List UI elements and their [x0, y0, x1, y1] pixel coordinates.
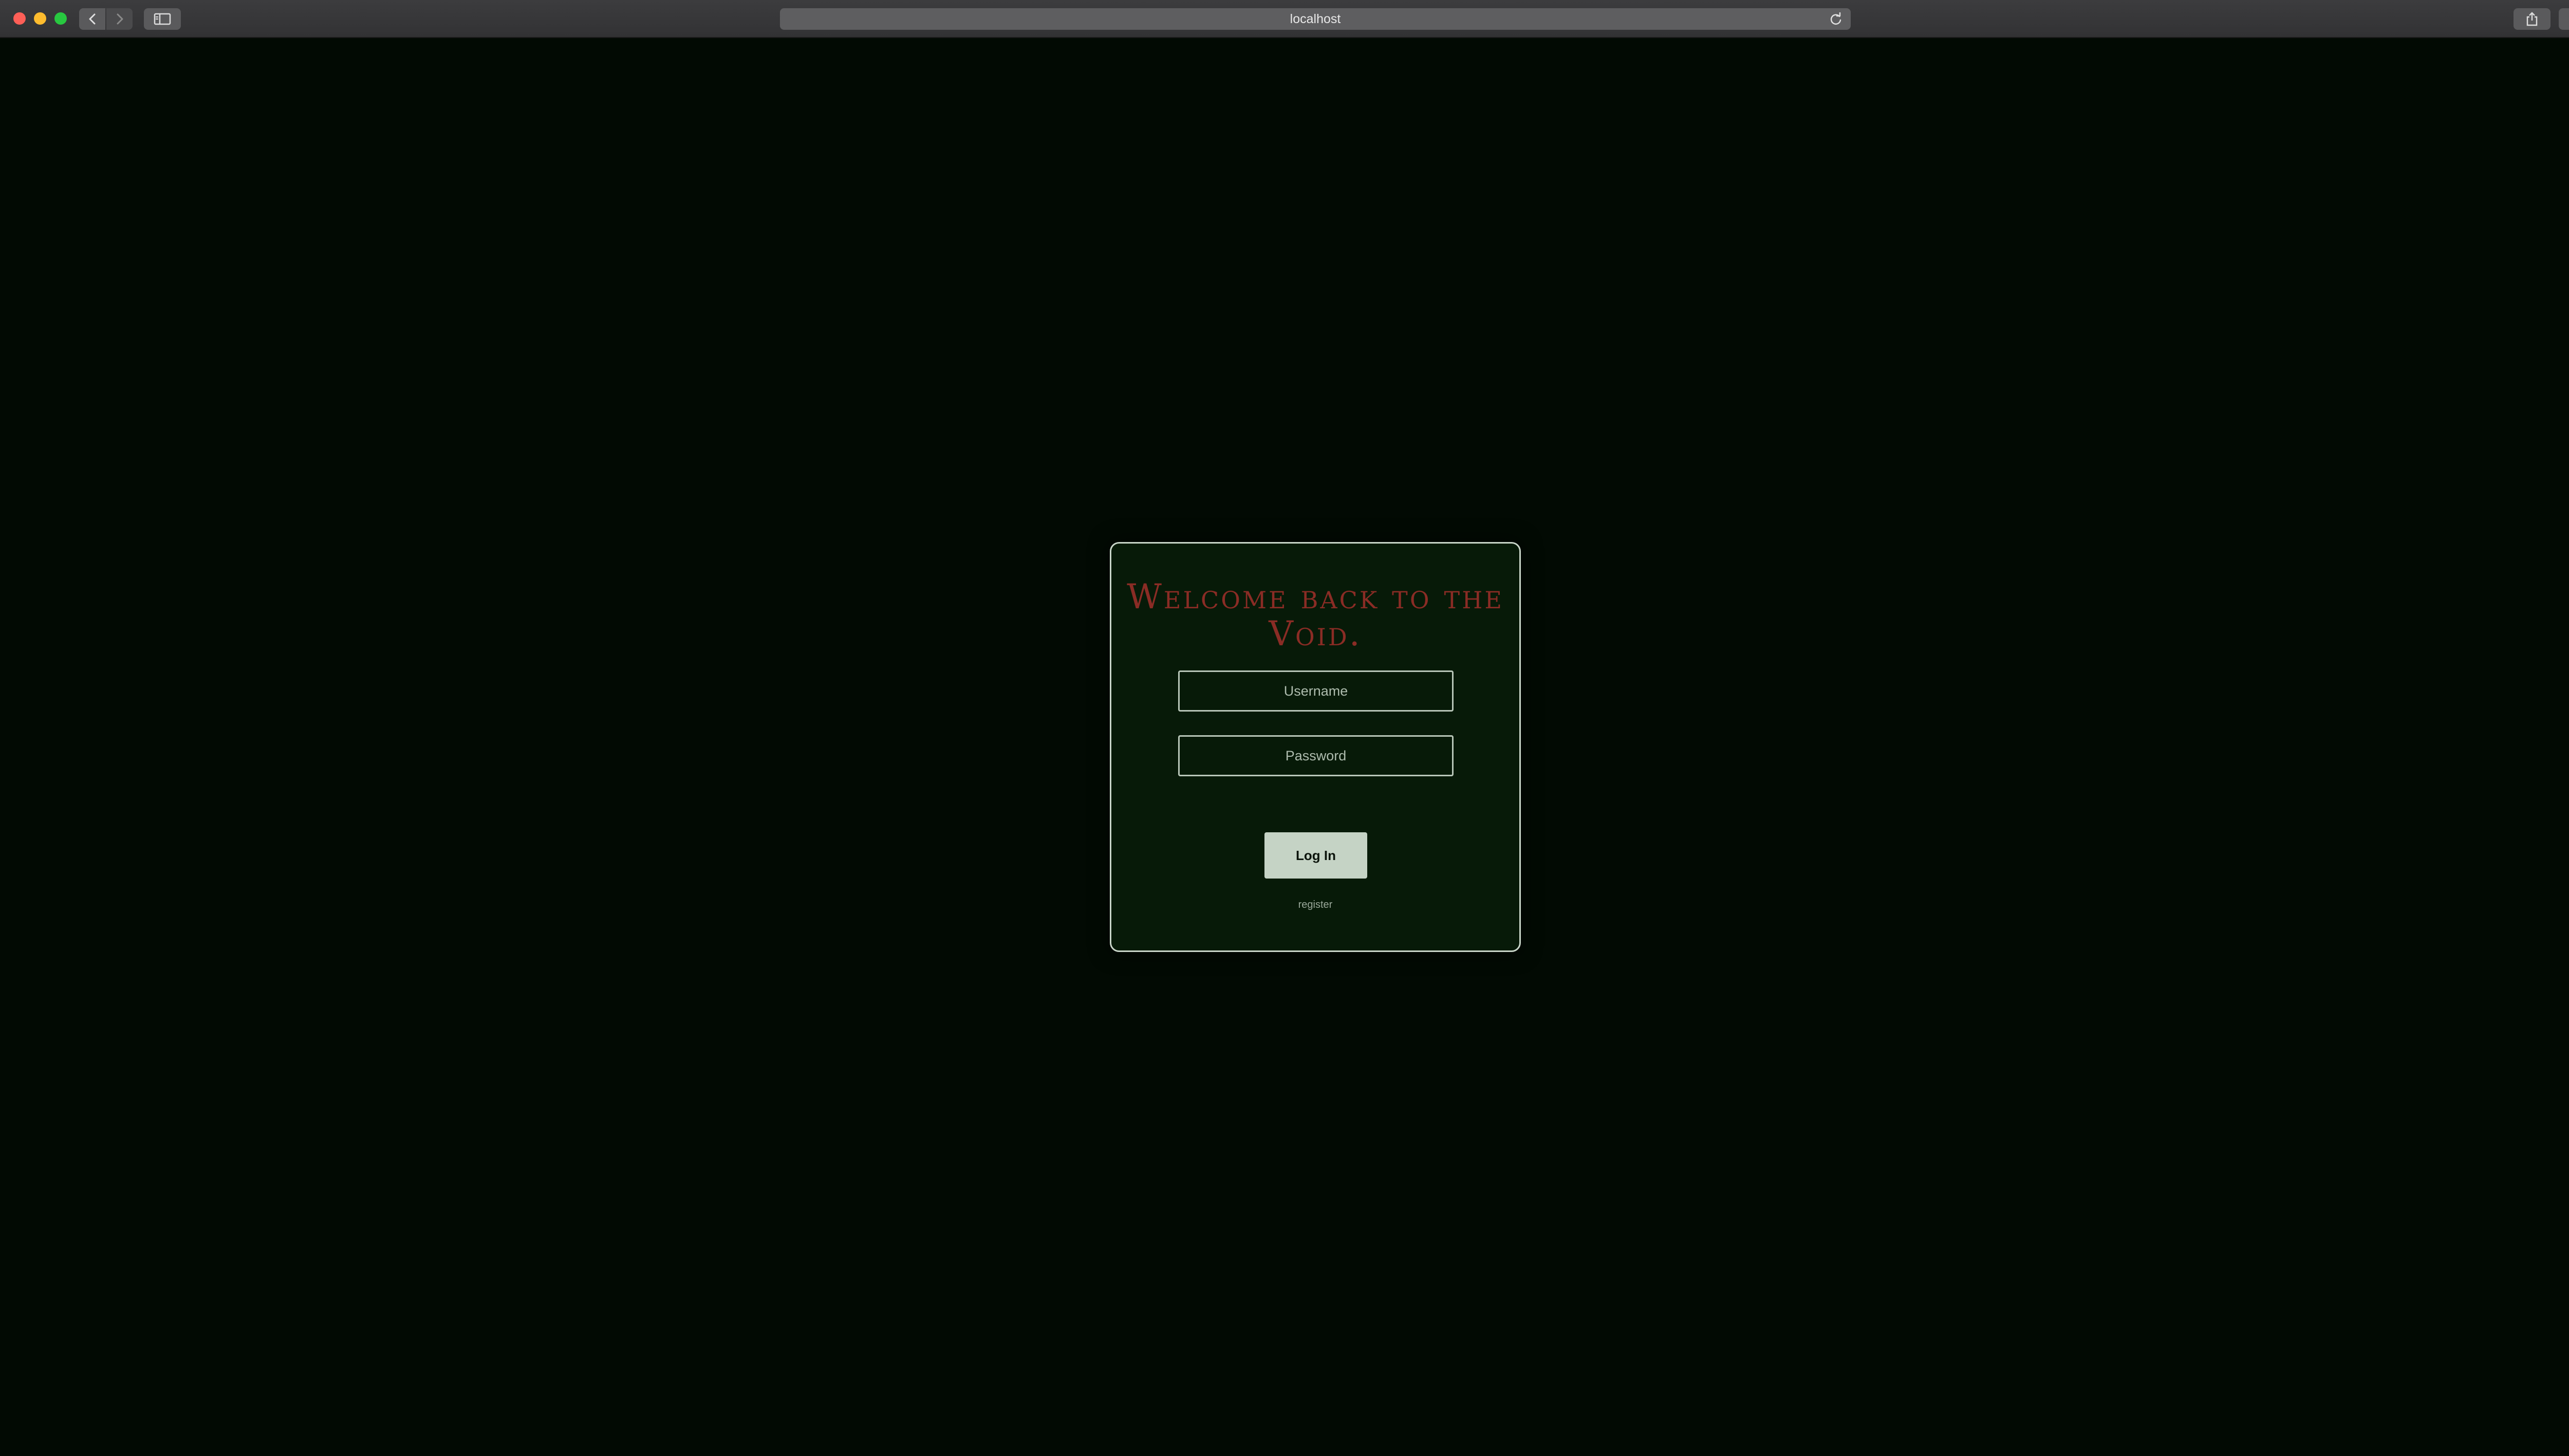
address-text: localhost — [1290, 11, 1341, 26]
close-window-button[interactable] — [13, 12, 26, 25]
browser-toolbar: localhost — [0, 0, 2569, 38]
chevron-right-icon — [117, 13, 123, 25]
reload-icon — [1830, 12, 1841, 25]
register-link[interactable]: register — [1111, 899, 1519, 911]
password-input[interactable] — [1178, 735, 1454, 776]
sidebar-toggle-button[interactable] — [144, 8, 181, 30]
tabs-overview-button[interactable] — [2559, 8, 2569, 30]
address-bar[interactable]: localhost — [780, 8, 1851, 30]
share-button[interactable] — [2514, 8, 2551, 30]
sidebar-icon — [154, 13, 171, 25]
back-button[interactable] — [79, 8, 105, 30]
username-input[interactable] — [1178, 670, 1454, 712]
forward-button[interactable] — [106, 8, 133, 30]
navigation-buttons — [79, 8, 133, 30]
login-button[interactable]: Log In — [1264, 832, 1367, 879]
zoom-window-button[interactable] — [54, 12, 67, 25]
minimize-window-button[interactable] — [34, 12, 46, 25]
page-title: Welcome back to the Void. — [1127, 577, 1504, 654]
chevron-left-icon — [89, 13, 95, 25]
login-card: Welcome back to the Void. Log In registe… — [1110, 542, 1521, 952]
share-icon — [2526, 12, 2538, 26]
reload-button[interactable] — [1828, 11, 1844, 27]
